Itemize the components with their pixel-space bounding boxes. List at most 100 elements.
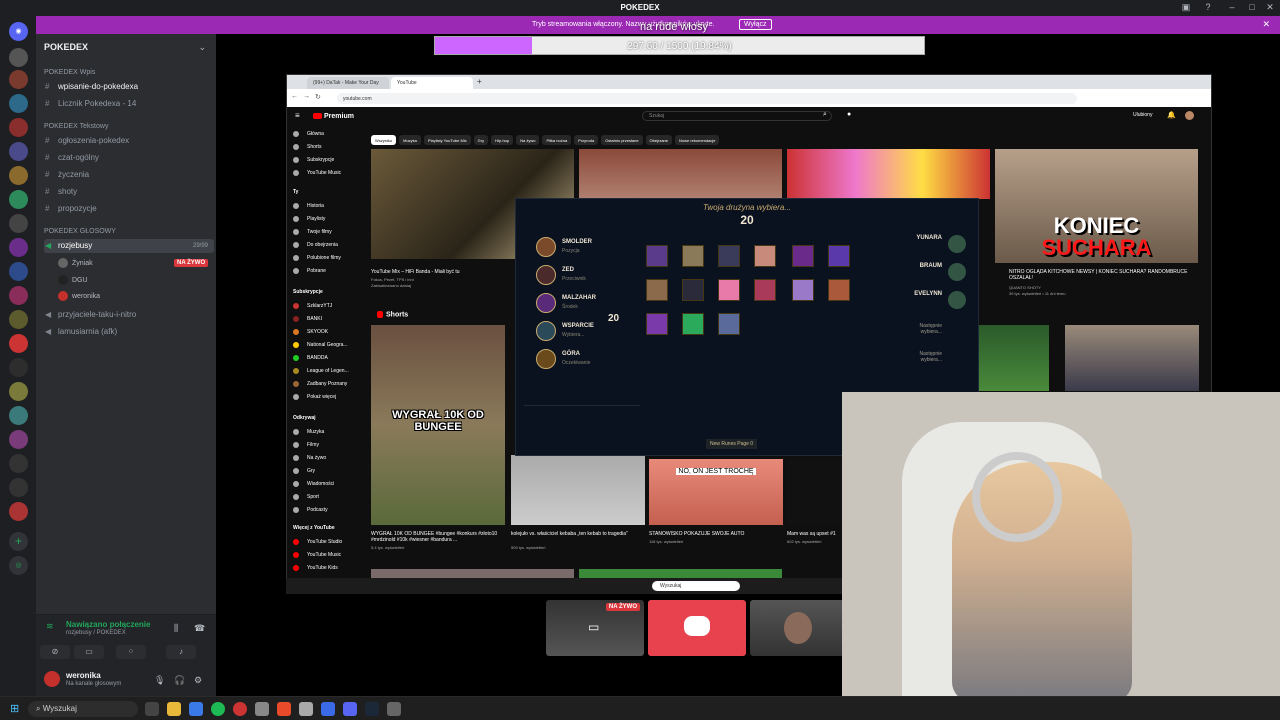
video-thumbnail[interactable] <box>977 325 1049 391</box>
champion-tile[interactable] <box>718 313 740 335</box>
voice-channel-rozjebusy[interactable]: ◀ rozjebusy 29/99 <box>44 239 214 253</box>
settings-icon[interactable] <box>387 702 401 716</box>
steam-icon[interactable] <box>365 702 379 716</box>
show-more-button[interactable]: Pokaż więcej <box>293 392 363 402</box>
server-icon[interactable] <box>9 238 28 257</box>
app-icon[interactable] <box>255 702 269 716</box>
youtube-logo[interactable]: Premium <box>313 113 354 120</box>
short-thumbnail[interactable] <box>787 459 842 525</box>
channel-item[interactable]: # wpisanie-do-pokedexa <box>44 80 214 94</box>
gear-icon[interactable]: ⚙ <box>194 675 202 686</box>
server-icon[interactable] <box>9 48 28 67</box>
champ-select-chat[interactable] <box>524 405 640 445</box>
sidebar-item[interactable]: Historia <box>293 201 363 211</box>
short-thumbnail[interactable]: WYGRAŁ 10K OD BUNGEE <box>371 325 505 525</box>
video-thumbnail[interactable] <box>1065 325 1199 391</box>
file-explorer-icon[interactable] <box>167 702 181 716</box>
filter-chip[interactable]: Playlisty YouTube Mix <box>423 135 471 145</box>
add-server-icon[interactable]: + <box>9 532 28 551</box>
video-thumbnail[interactable] <box>787 149 990 199</box>
filter-chip[interactable]: Wszystko <box>371 135 397 145</box>
channel-item[interactable]: # czat-ogólny <box>44 151 214 165</box>
champion-tile[interactable] <box>718 245 740 267</box>
sidebar-item[interactable]: Sport <box>293 492 363 502</box>
sidebar-item[interactable]: YouTube Music <box>293 550 363 560</box>
category-label[interactable]: POKEDEX Wpis <box>44 69 95 76</box>
voice-user[interactable]: DGU <box>58 275 88 285</box>
filter-chip[interactable]: Piłka nożna <box>542 135 572 145</box>
short-title[interactable]: Mam was są upset #1 <box>787 531 847 537</box>
sidebar-item[interactable]: Pobrane <box>293 266 363 276</box>
youtube-search-input[interactable]: Szukaj <box>642 111 832 121</box>
channel-item[interactable]: # Licznik Pokedexa - 14 <box>44 97 214 111</box>
ally-player[interactable]: SMOLDER Pozycja <box>526 235 636 261</box>
short-title[interactable]: STANOWISKO POKAZUJE SWOJE AUTO <box>649 531 779 537</box>
stream-tile[interactable] <box>750 600 844 656</box>
voice-connection-status[interactable]: Nawiązano połączenie <box>66 620 150 629</box>
minimize-button[interactable]: – <box>1226 2 1238 14</box>
disconnect-icon[interactable]: ☎ <box>194 623 205 634</box>
task-view-icon[interactable] <box>145 702 159 716</box>
avatar[interactable] <box>1185 111 1194 120</box>
soundboard-button[interactable]: ♪ <box>166 645 196 659</box>
category-label[interactable]: POKEDEX Tekstowy <box>44 123 108 130</box>
short-thumbnail[interactable] <box>511 455 645 525</box>
server-icon[interactable] <box>9 502 28 521</box>
stream-tile[interactable] <box>648 600 746 656</box>
ally-player-current[interactable]: WSPARCIE Wybiera... <box>526 319 636 345</box>
short-thumbnail[interactable]: NO, ON JEST TROCHĘ <box>649 459 783 525</box>
sidebar-item[interactable]: BANDDA <box>293 353 363 363</box>
filter-chip[interactable]: Hip-hop <box>491 135 514 145</box>
rune-page-select[interactable]: New Runes Page 0 <box>706 439 758 449</box>
taskbar-search-input[interactable]: ⌕ Wyszukaj <box>28 701 138 717</box>
filter-chip[interactable]: Ostatnio przesłane <box>601 135 643 145</box>
channel-item[interactable]: # shoty <box>44 185 214 199</box>
champion-tile[interactable] <box>682 245 704 267</box>
ally-player[interactable]: GÓRA Oczekiwanie <box>526 347 636 373</box>
channel-item[interactable]: ◀ przyjaciele-taku-i-nitro <box>44 308 214 322</box>
current-user-name[interactable]: weronika <box>66 671 101 680</box>
sidebar-item[interactable]: Na żywo <box>293 453 363 463</box>
server-icon[interactable] <box>9 94 28 113</box>
server-icon[interactable] <box>9 142 28 161</box>
sidebar-item[interactable]: Twoje filmy <box>293 227 363 237</box>
champion-tile[interactable] <box>682 313 704 335</box>
sidebar-item[interactable]: Muzyka <box>293 427 363 437</box>
sidebar-item[interactable]: Filmy <box>293 440 363 450</box>
channel-item[interactable]: # ogłoszenia-pokedex <box>44 134 214 148</box>
sidebar-item[interactable]: Wiadomości <box>293 479 363 489</box>
voice-user[interactable]: Żyniak <box>58 258 93 268</box>
sidebar-item[interactable]: SzklarzYTJ <box>293 301 363 311</box>
server-icon[interactable] <box>9 334 28 353</box>
sidebar-item[interactable]: Playlisty <box>293 214 363 224</box>
server-name[interactable]: POKEDEX <box>44 42 88 52</box>
url-field[interactable]: youtube.com <box>337 93 1077 104</box>
filter-chip[interactable]: Gry <box>473 135 489 145</box>
sidebar-item[interactable]: Polubione filmy <box>293 253 363 263</box>
sidebar-item[interactable]: Podcasty <box>293 505 363 515</box>
champion-tile[interactable] <box>792 279 814 301</box>
hamburger-menu-icon[interactable]: ≡ <box>295 111 300 120</box>
channel-item[interactable]: # propozycje <box>44 202 214 216</box>
sidebar-item-music[interactable]: YouTube Music <box>293 168 363 178</box>
disable-streamer-mode-button[interactable]: Wyłącz <box>739 19 772 30</box>
filter-chip[interactable]: Na żywo <box>516 135 540 145</box>
sidebar-item-shorts[interactable]: Shorts <box>293 142 363 152</box>
inbox-icon[interactable]: ▣ <box>1180 2 1192 14</box>
browser-icon[interactable] <box>277 702 291 716</box>
sidebar-item-subscriptions[interactable]: Subskrypcje <box>293 155 363 165</box>
filter-chip[interactable]: Przyroda <box>574 135 599 145</box>
channel-item[interactable]: ◀ lamusiarnia (afk) <box>44 325 214 339</box>
screenshare-button[interactable]: ▭ <box>74 645 104 659</box>
help-icon[interactable]: ? <box>1202 2 1214 14</box>
champion-tile[interactable] <box>682 279 704 301</box>
microphone-icon[interactable]: 🎙 <box>154 675 165 686</box>
avatar[interactable] <box>44 671 60 687</box>
sidebar-item[interactable]: National Geogra... <box>293 340 363 350</box>
server-icon[interactable] <box>9 430 28 449</box>
noise-suppression-icon[interactable]: ⫼ <box>174 623 178 634</box>
champion-tile[interactable] <box>646 279 668 301</box>
short-title[interactable]: WYGRAŁ 10K OD BUNGEE #bungee #konkurs #z… <box>371 531 501 543</box>
video-thumbnail[interactable] <box>579 149 782 199</box>
server-icon[interactable] <box>9 118 28 137</box>
